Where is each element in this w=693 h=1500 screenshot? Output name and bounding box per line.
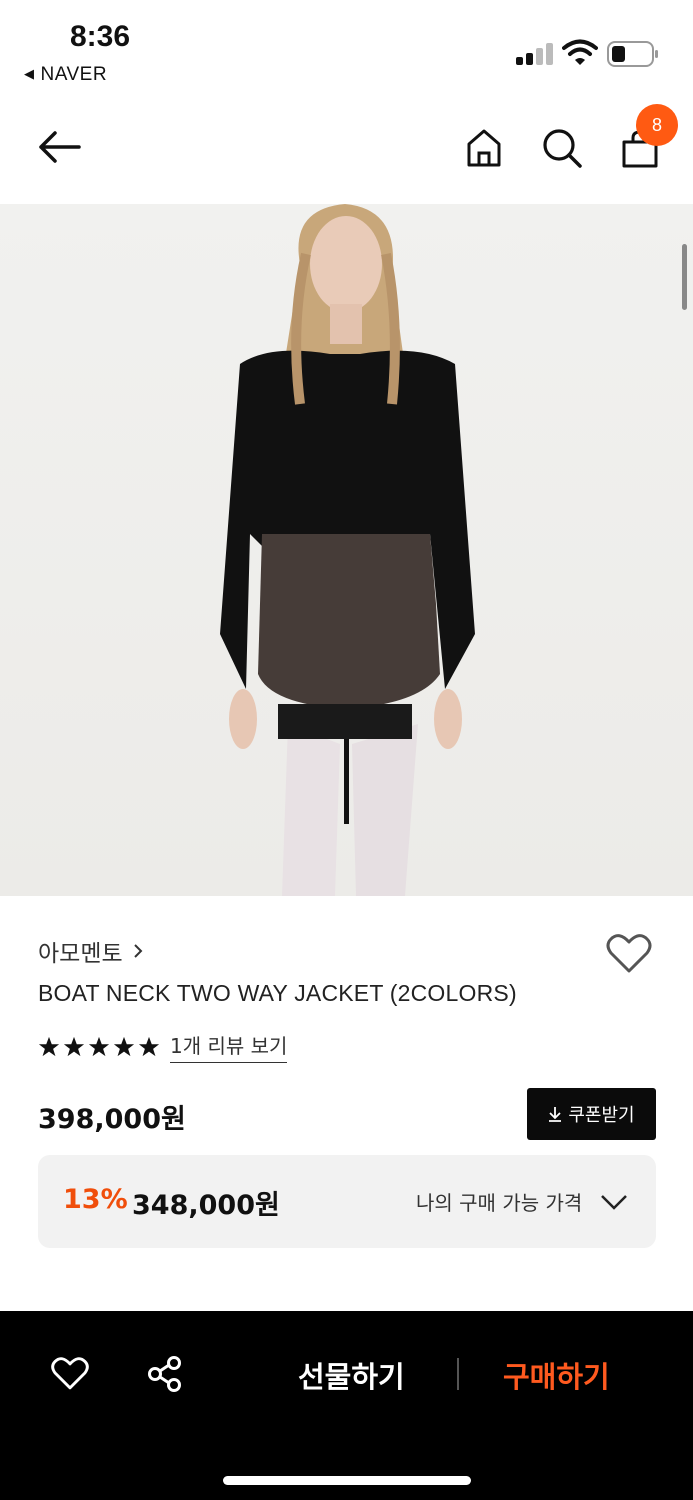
status-time: 8:36	[70, 20, 131, 53]
back-arrow-icon[interactable]	[37, 130, 81, 164]
download-icon	[549, 1107, 562, 1122]
review-link[interactable]: 1개 리뷰 보기	[170, 1030, 288, 1063]
battery-icon	[607, 41, 658, 67]
my-price-label: 나의 구매 가능 가격	[416, 1191, 583, 1215]
coupon-button[interactable]: 쿠폰받기	[527, 1088, 656, 1140]
discount-percent: 13%	[63, 1184, 128, 1215]
star-icon	[38, 1036, 60, 1056]
back-triangle-icon: ◀	[24, 66, 35, 81]
star-icon	[138, 1036, 160, 1056]
star-icon	[63, 1036, 85, 1056]
star-icon	[88, 1036, 110, 1056]
gift-button[interactable]: 선물하기	[298, 1354, 405, 1396]
cart-count-badge: 8	[636, 104, 678, 146]
chevron-right-icon	[133, 944, 143, 958]
rating-row: 1개 리뷰 보기	[38, 1030, 288, 1063]
share-icon[interactable]	[147, 1355, 183, 1393]
discount-panel[interactable]: 13% 348,000원 나의 구매 가능 가격	[38, 1155, 656, 1248]
brand-name: 아모멘토	[38, 941, 123, 967]
home-indicator[interactable]	[223, 1476, 471, 1485]
buy-button[interactable]: 구매하기	[503, 1354, 610, 1396]
search-icon[interactable]	[542, 128, 582, 168]
rating-stars	[38, 1036, 160, 1058]
back-to-app-link[interactable]: ◀ NAVER	[24, 64, 107, 86]
image-scrollbar[interactable]	[682, 244, 687, 310]
chevron-down-icon	[601, 1194, 628, 1210]
coupon-button-label: 쿠폰받기	[568, 1105, 635, 1126]
wishlist-heart-icon[interactable]	[606, 932, 652, 974]
star-icon	[113, 1036, 135, 1056]
original-price: 398,000원	[38, 1104, 186, 1135]
heart-icon[interactable]	[51, 1355, 89, 1391]
signal-icon	[516, 43, 554, 65]
product-image[interactable]	[0, 204, 693, 896]
bottom-action-bar: 선물하기 구매하기	[0, 1311, 693, 1500]
status-bar: 8:36 ◀ NAVER	[0, 0, 693, 100]
button-divider	[457, 1358, 459, 1390]
brand-link[interactable]: 아모멘토	[38, 934, 143, 968]
home-icon[interactable]	[466, 128, 502, 168]
top-nav	[0, 100, 693, 204]
wifi-icon	[562, 39, 598, 65]
back-app-label: NAVER	[40, 64, 108, 85]
sale-price: 348,000원	[132, 1190, 280, 1221]
model-photo	[220, 204, 475, 896]
my-price-toggle[interactable]: 나의 구매 가능 가격	[416, 1187, 628, 1216]
product-title: BOAT NECK TWO WAY JACKET (2COLORS)	[38, 980, 517, 1006]
